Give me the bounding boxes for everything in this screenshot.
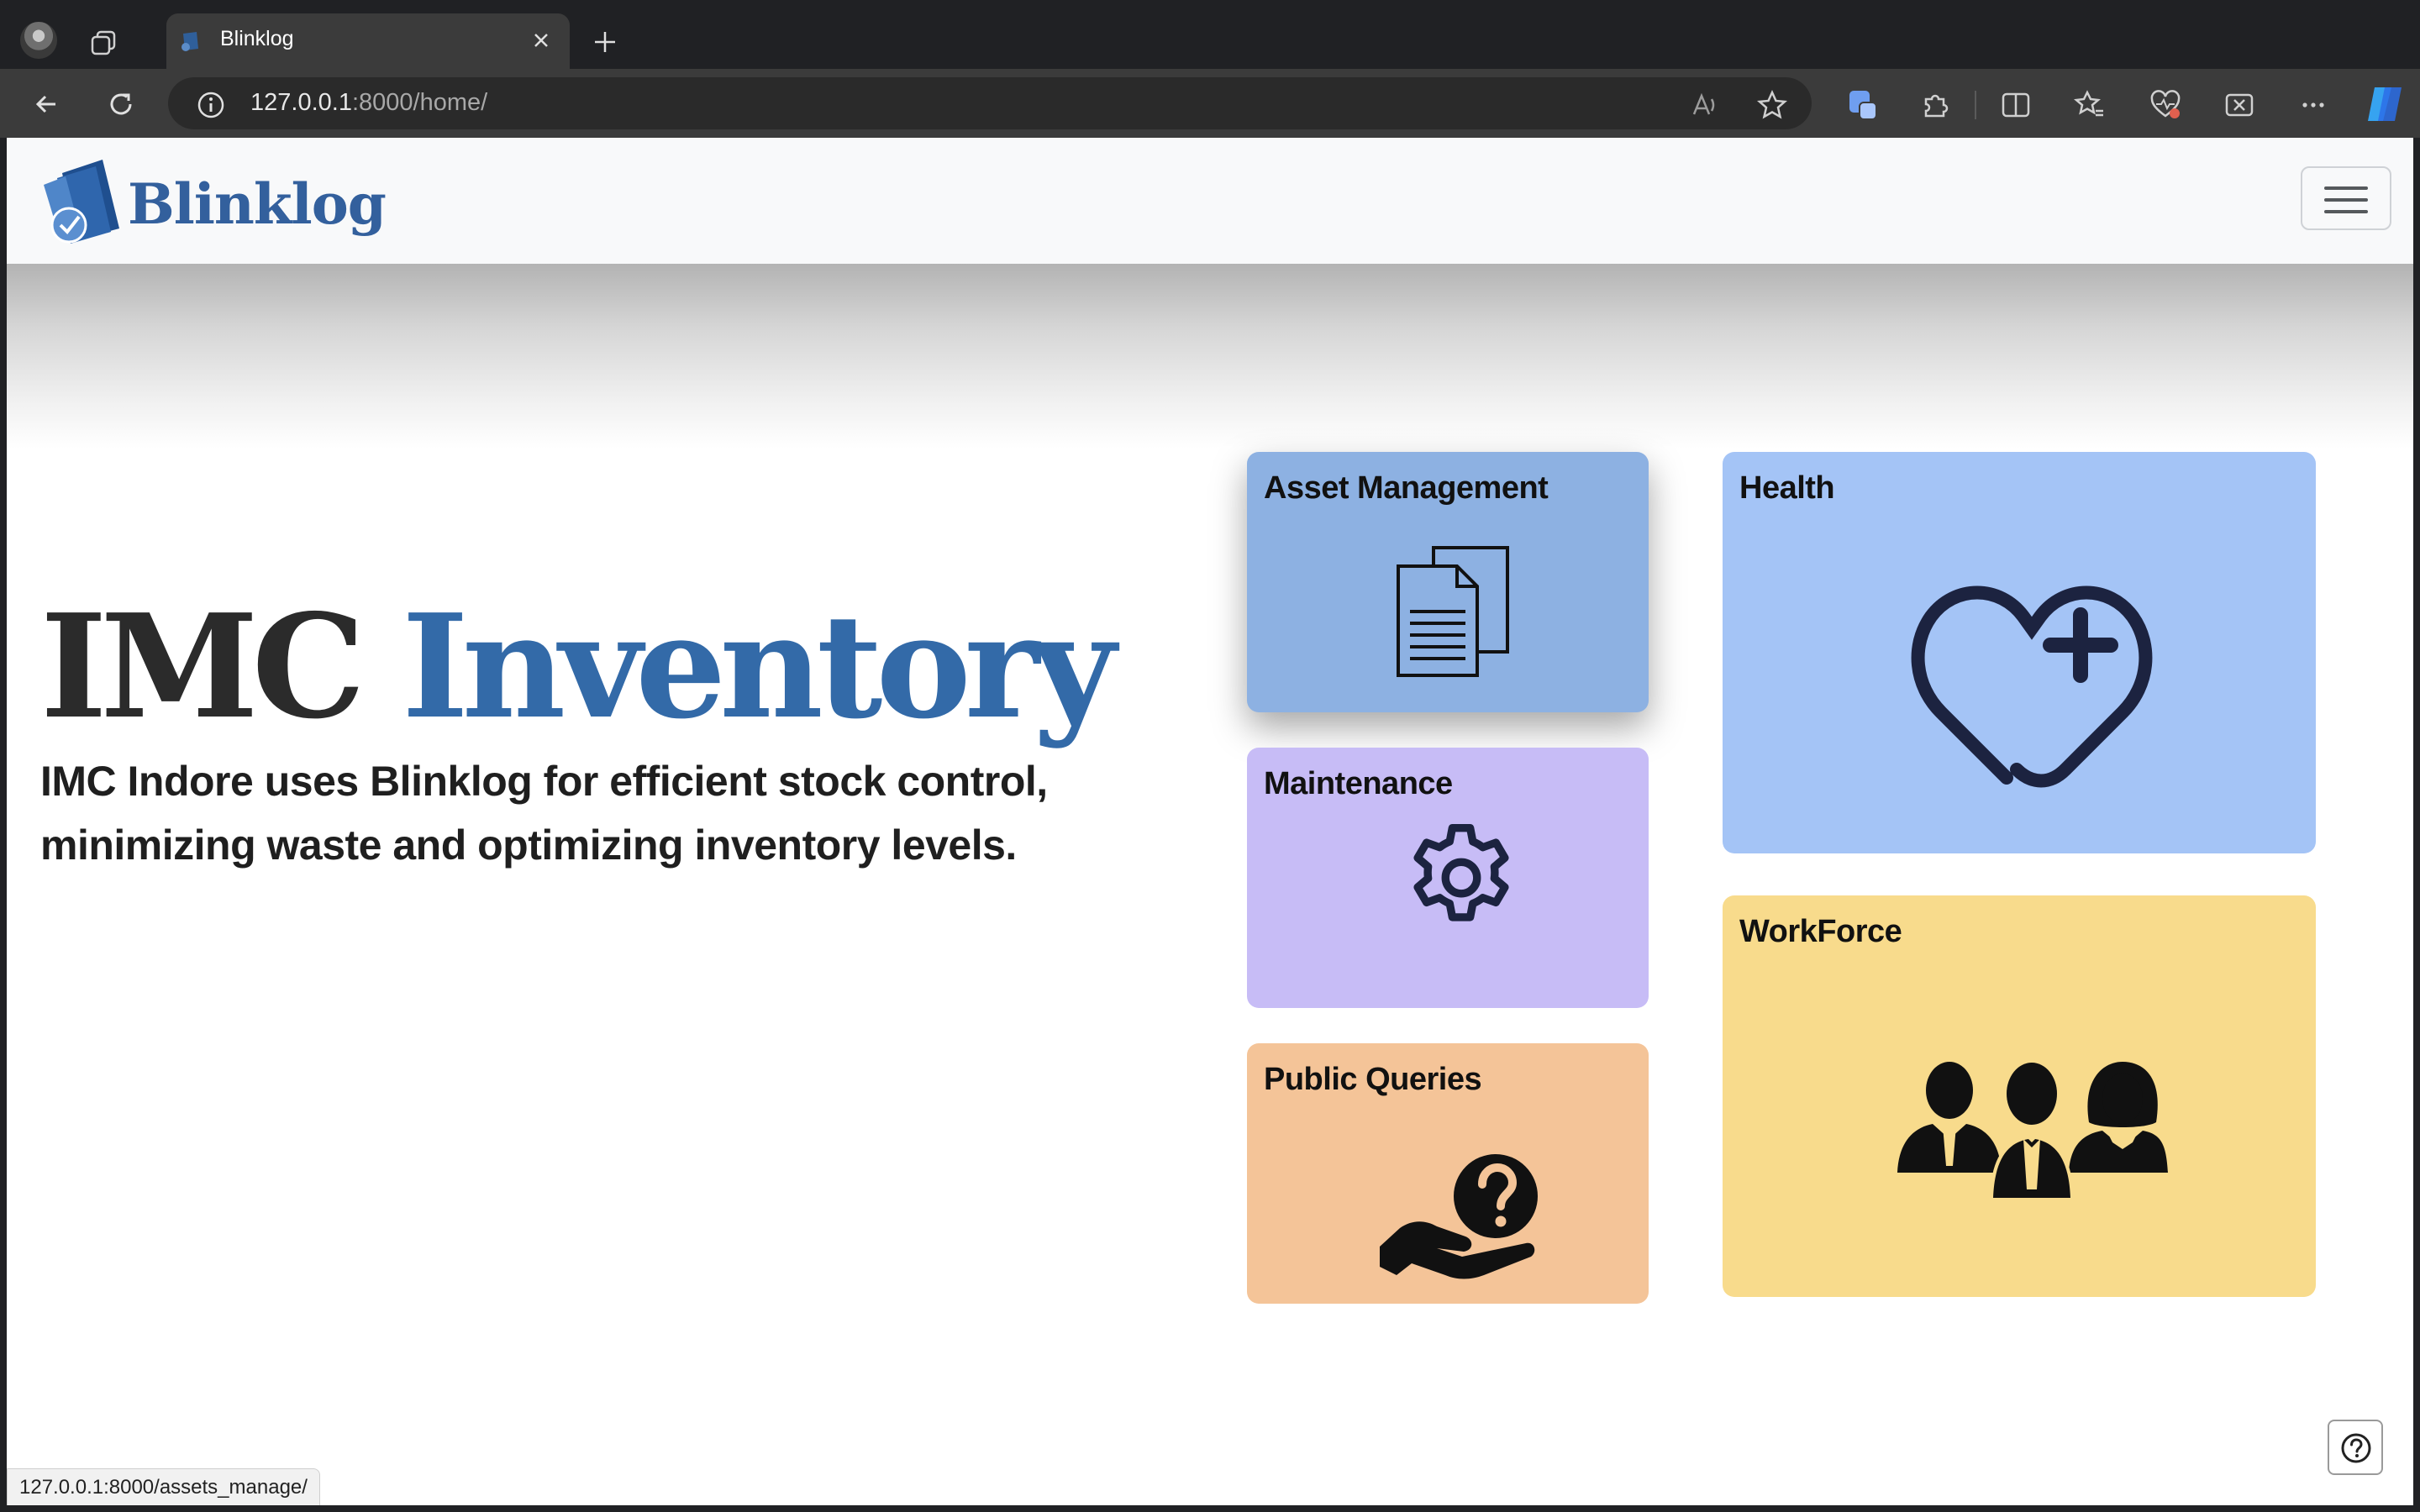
menu-line [2324,186,2368,190]
card-title: WorkForce [1739,914,1902,949]
favorites-icon[interactable] [2072,87,2107,123]
help-button[interactable] [2328,1420,2383,1475]
site-info-icon[interactable] [195,89,227,121]
favorite-star-icon[interactable] [1754,87,1790,123]
hand-question-icon [1380,1154,1538,1279]
address-host: 127.0.0.1 [250,89,352,116]
status-bar-url: 127.0.0.1:8000/assets_manage/ [7,1468,320,1505]
card-title: Maintenance [1264,766,1453,801]
hero-description: IMC Indore uses Blinklog for efficient s… [40,758,1048,869]
extension-app-icon[interactable] [1845,87,1881,123]
tab-actions-icon[interactable] [87,25,121,59]
maintenance-card[interactable]: Maintenance [1247,748,1649,1008]
blinklog-favicon [182,32,198,51]
profile-avatar[interactable] [20,22,57,59]
read-aloud-icon[interactable] [1687,87,1723,123]
people-icon [1897,1060,2168,1198]
hero-title-inventory: Inventory [402,583,1116,751]
menu-toggle-button[interactable] [2301,166,2391,230]
hero-title-imc: IMC [40,583,366,751]
extensions-puzzle-icon[interactable] [1918,87,1953,123]
menu-line [2324,210,2368,213]
gear-icon [1413,823,1509,921]
close-tab-icon[interactable] [529,29,553,52]
help-question-icon [2341,1433,2371,1463]
tab-title: Blinklog [220,27,294,50]
brand-name[interactable]: Blinklog [128,171,387,237]
asset-management-card[interactable]: Asset Management [1247,452,1649,712]
more-options-icon[interactable] [2296,87,2331,123]
reload-icon[interactable] [104,87,138,121]
split-screen-icon[interactable] [1998,87,2033,123]
copilot-icon[interactable] [2363,84,2407,124]
blinklog-logo-icon[interactable] [37,156,124,247]
screenshot-icon[interactable] [2222,87,2257,123]
documents-icon [1397,546,1509,677]
heart-plus-icon [1911,585,2153,788]
workforce-card[interactable]: WorkForce [1723,895,2316,1297]
public-queries-card[interactable]: Public Queries [1247,1043,1649,1304]
back-icon[interactable] [30,87,64,121]
address-path: :8000/home/ [351,89,488,116]
browser-tab-bar: Blinklog [0,0,2420,69]
browser-essentials-icon[interactable] [2148,87,2183,123]
page-viewport: Blinklog IMC Inventory IMC Indore uses B… [7,138,2413,1505]
card-title: Public Queries [1264,1062,1482,1097]
toolbar-separator [1975,91,1976,119]
new-tab-icon[interactable] [588,25,622,59]
menu-line [2324,198,2368,202]
card-title: Asset Management [1264,470,1549,506]
health-card[interactable]: Health [1723,452,2316,853]
card-title: Health [1739,470,1835,506]
hero-title: IMC Inventory [40,583,1116,751]
site-navbar: Blinklog [7,138,2413,264]
navbar-shadow [7,264,2413,449]
address-url[interactable]: 127.0.0.1:8000/home/ [250,89,487,117]
